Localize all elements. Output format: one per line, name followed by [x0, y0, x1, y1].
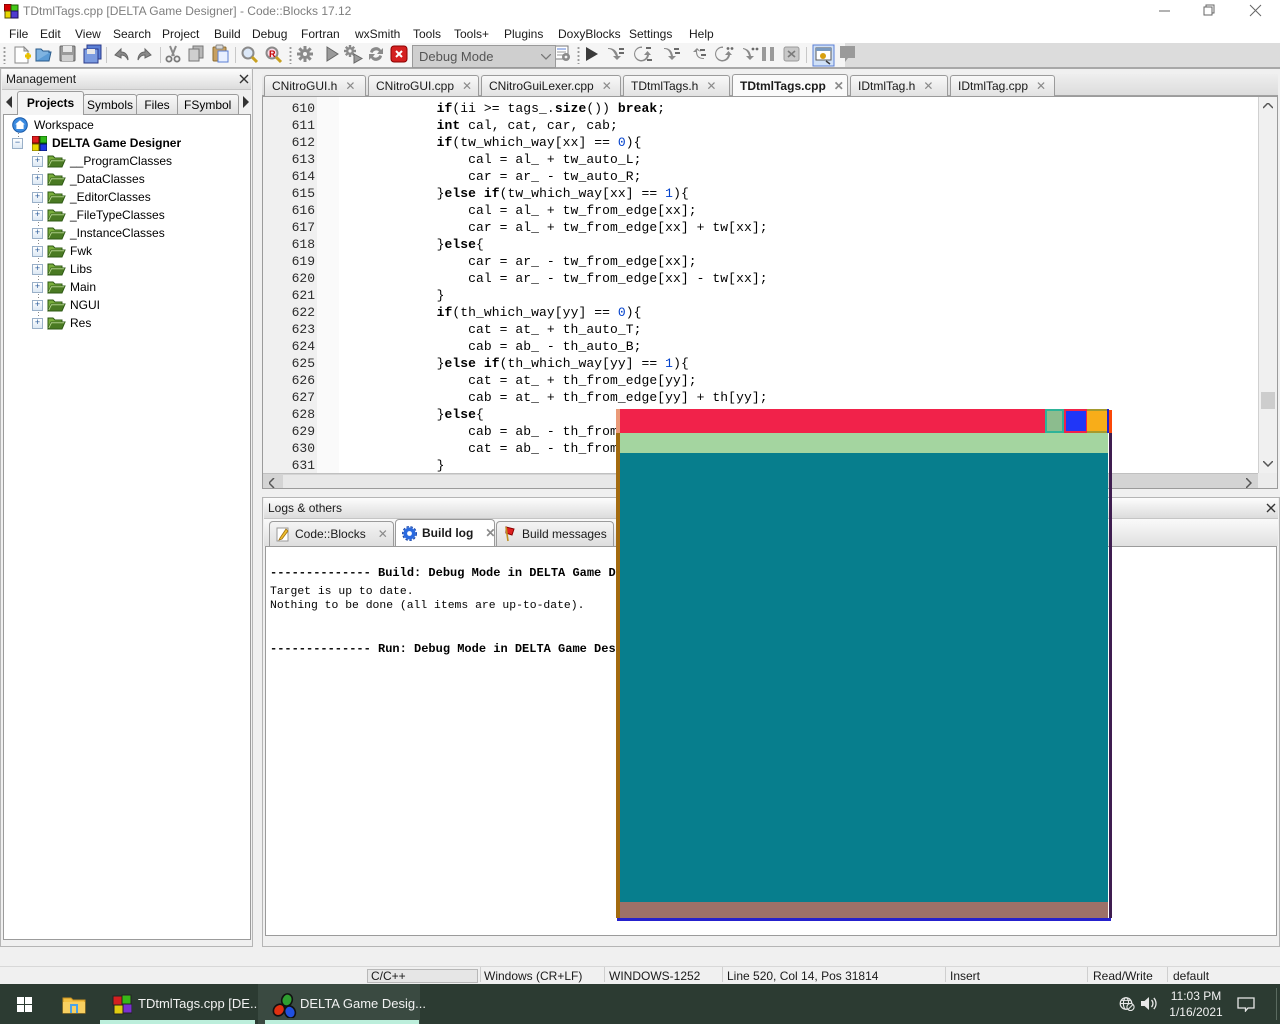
svg-text:R: R [269, 49, 276, 59]
